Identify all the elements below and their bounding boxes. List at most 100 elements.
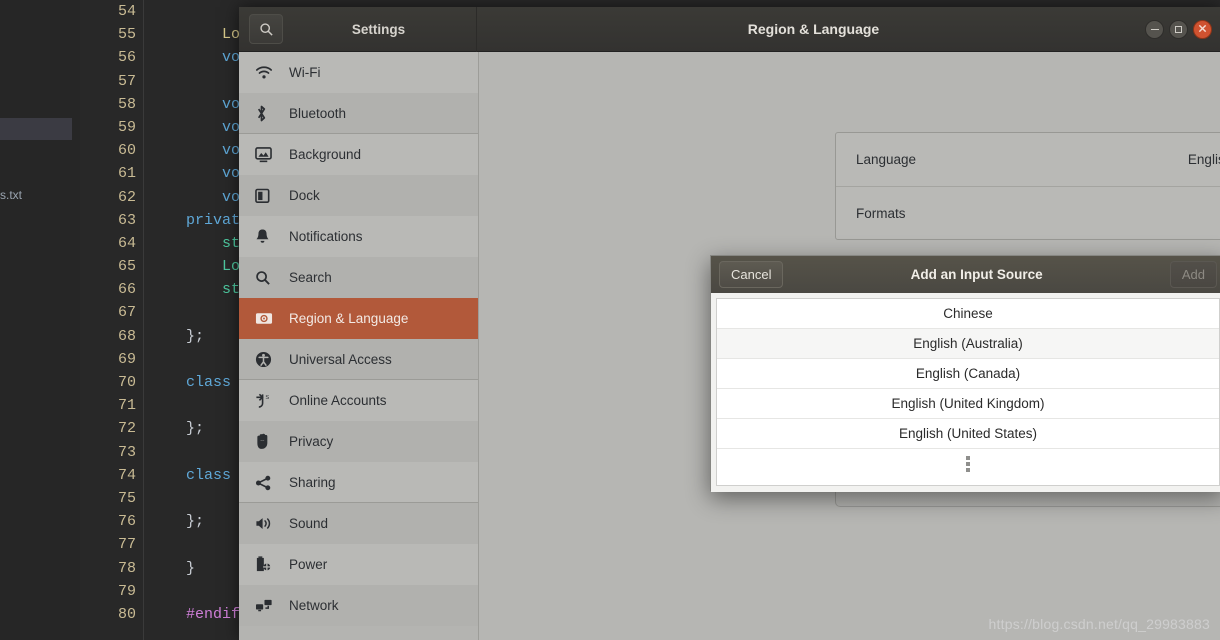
- power-battery-icon: [255, 556, 279, 574]
- code-line-number: 78: [117, 559, 136, 577]
- code-line-number: 54: [117, 3, 136, 20]
- code-line-number: 59: [117, 118, 136, 136]
- sidebar-item-dock[interactable]: Dock: [239, 175, 478, 216]
- code-line-number: 55: [117, 26, 136, 44]
- online-accounts-icon: S: [255, 392, 279, 410]
- code-line-number: 77: [117, 536, 136, 554]
- code-line-text: };: [150, 327, 205, 345]
- formats-row-key: Formats: [856, 205, 906, 221]
- sidebar-item-privacy[interactable]: Privacy: [239, 421, 478, 462]
- minimize-icon: [1150, 28, 1159, 31]
- dialog-body: Chinese English (Australia) English (Canad…: [711, 293, 1220, 492]
- add-input-source-dialog: Cancel Add an Input Source Add Chinese En…: [710, 255, 1220, 492]
- sidebar-item-background[interactable]: Background: [239, 134, 478, 175]
- sidebar-item-label: Background: [289, 147, 362, 162]
- more-options-icon[interactable]: [717, 449, 1219, 479]
- svg-text:S: S: [265, 395, 269, 401]
- sidebar-item-label: Sound: [289, 516, 329, 531]
- sidebar-item-wi-fi[interactable]: Wi-Fi: [239, 52, 478, 93]
- sidebar-item-label: Region & Language: [289, 311, 409, 326]
- close-button[interactable]: [1193, 20, 1212, 39]
- window-titlebar: Settings Region & Language: [239, 7, 1220, 52]
- sidebar-item-sharing[interactable]: Sharing: [239, 462, 478, 503]
- code-line-number: 67: [117, 304, 136, 322]
- code-line-number: 65: [117, 258, 136, 276]
- code-line-number: 61: [117, 165, 136, 183]
- sidebar-item-label: Online Accounts: [289, 393, 387, 408]
- maximize-button[interactable]: [1169, 20, 1188, 39]
- region-language-icon: [255, 310, 279, 328]
- code-line-number: 57: [117, 72, 136, 90]
- sidebar-item-region-language[interactable]: Region & Language: [239, 298, 478, 339]
- editor-file-tree[interactable]: s.txt: [0, 0, 80, 640]
- code-line-text: }: [150, 559, 196, 577]
- sidebar-item-search[interactable]: Search: [239, 257, 478, 298]
- file-tree-selected-row[interactable]: [0, 118, 72, 140]
- input-source-option[interactable]: English (Australia): [717, 329, 1219, 359]
- sidebar-search-button[interactable]: [249, 14, 283, 44]
- code-line-number: 63: [117, 211, 136, 229]
- sidebar-title: Settings: [351, 21, 406, 37]
- sidebar-item-label: Network: [289, 598, 339, 613]
- background-icon: [255, 146, 279, 164]
- input-source-option[interactable]: English (United Kingdom): [717, 389, 1219, 419]
- bell-icon: [255, 228, 279, 246]
- accessibility-icon: [255, 351, 279, 369]
- sidebar-item-online-accounts[interactable]: S Online Accounts: [239, 380, 478, 421]
- page-title: Region & Language: [747, 21, 880, 37]
- hand-icon: [255, 433, 279, 451]
- sidebar-item-network[interactable]: Network: [239, 585, 478, 626]
- sidebar-item-label: Search: [289, 270, 332, 285]
- sidebar-item-notifications[interactable]: Notifications: [239, 216, 478, 257]
- sidebar-item-power[interactable]: Power: [239, 544, 478, 585]
- input-source-option[interactable]: Chinese: [717, 299, 1219, 329]
- settings-sidebar[interactable]: Wi-Fi Bluetooth Background Dock Notification…: [239, 52, 479, 640]
- bluetooth-icon: [255, 105, 279, 123]
- more-dots: [966, 456, 970, 472]
- language-panel: Language English (United States) Formats…: [835, 132, 1220, 240]
- code-line-number: 58: [117, 95, 136, 113]
- maximize-icon: [1175, 26, 1182, 33]
- network-icon: [255, 597, 279, 615]
- code-line-number: 56: [117, 49, 136, 67]
- window-controls: [1145, 7, 1212, 52]
- speaker-icon: [255, 515, 279, 533]
- sidebar-item-label: Wi-Fi: [289, 65, 321, 80]
- code-line-number: 70: [117, 374, 136, 391]
- share-icon: [255, 474, 279, 492]
- code-line-text: #endif: [186, 605, 241, 623]
- sidebar-item-label: Sharing: [289, 475, 336, 490]
- formats-row[interactable]: Formats United States: [836, 186, 1220, 239]
- search-icon: [259, 22, 274, 37]
- cancel-button[interactable]: Cancel: [719, 261, 784, 288]
- language-row-key: Language: [856, 152, 917, 167]
- sidebar-item-label: Bluetooth: [289, 106, 347, 121]
- minimize-button[interactable]: [1145, 20, 1164, 39]
- code-line-number: 69: [117, 350, 136, 368]
- code-line-number: 64: [117, 234, 136, 252]
- input-source-list[interactable]: Chinese English (Australia) English (Canad…: [716, 298, 1220, 486]
- code-line-number: 80: [117, 605, 136, 623]
- sidebar-item-label: Universal Access: [289, 352, 392, 367]
- sidebar-item-universal-access[interactable]: Universal Access: [239, 339, 478, 380]
- code-line-number: 79: [117, 582, 136, 600]
- language-row-value: English (United States): [1187, 152, 1220, 167]
- wifi-icon: [255, 64, 279, 82]
- sidebar-item-label: Privacy: [289, 434, 334, 449]
- code-line-number: 68: [117, 327, 136, 345]
- code-line-number: 76: [117, 513, 136, 531]
- sidebar-item-bluetooth[interactable]: Bluetooth: [239, 93, 478, 134]
- file-tree-item-label[interactable]: s.txt: [0, 188, 22, 202]
- code-line-number: 62: [117, 188, 136, 206]
- input-source-option[interactable]: English (United States): [717, 419, 1219, 449]
- sidebar-item-label: Power: [289, 557, 328, 572]
- code-line-number: 74: [117, 466, 136, 484]
- sidebar-item-sound[interactable]: Sound: [239, 503, 478, 544]
- add-button[interactable]: Add: [1169, 261, 1217, 288]
- close-icon: [1198, 24, 1207, 36]
- dock-icon: [255, 187, 279, 205]
- code-line-number: 75: [117, 489, 136, 507]
- input-source-option[interactable]: English (Canada): [717, 359, 1219, 389]
- language-row[interactable]: Language English (United States): [836, 133, 1220, 186]
- code-line-number: 66: [117, 281, 136, 299]
